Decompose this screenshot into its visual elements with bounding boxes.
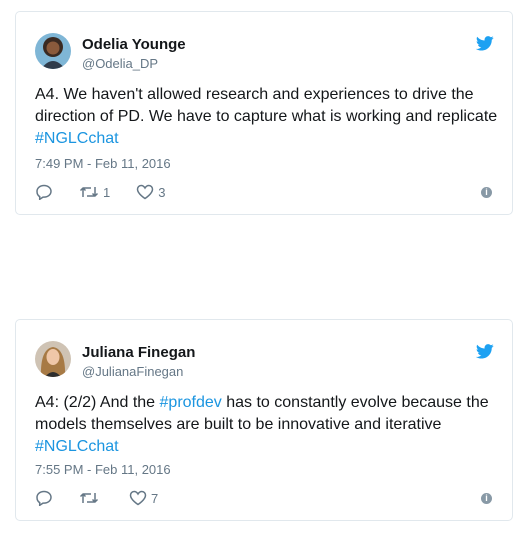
author-handle[interactable]: @JulianaFinegan	[82, 364, 183, 379]
tweet-text: A4: (2/2) And the #profdev has to consta…	[35, 392, 500, 458]
reply-button[interactable]	[35, 490, 53, 506]
action-bar: 1 3	[35, 182, 191, 202]
info-icon[interactable]: i	[481, 493, 492, 504]
hashtag-link[interactable]: #profdev	[160, 394, 222, 411]
info-icon[interactable]: i	[481, 187, 492, 198]
timestamp[interactable]: 7:55 PM - Feb 11, 2016	[35, 462, 171, 477]
author-name[interactable]: Odelia Younge	[82, 36, 186, 53]
tweet-card[interactable]: Juliana Finegan @JulianaFinegan A4: (2/2…	[15, 319, 513, 521]
retweet-icon	[79, 187, 99, 197]
like-count: 7	[151, 490, 159, 506]
avatar[interactable]	[35, 341, 71, 377]
author-name[interactable]: Juliana Finegan	[82, 344, 195, 361]
retweet-button[interactable]: 1	[79, 184, 110, 200]
like-icon	[129, 490, 147, 506]
reply-icon	[36, 184, 52, 200]
like-button[interactable]: 3	[136, 184, 165, 200]
twitter-bird-icon[interactable]	[476, 36, 494, 51]
retweet-button[interactable]	[79, 490, 103, 506]
tweet-card[interactable]: Odelia Younge @Odelia_DP A4. We haven't …	[15, 11, 513, 215]
like-icon	[136, 184, 154, 200]
hashtag-link[interactable]: #NGLCchat	[35, 438, 119, 455]
tweet-text-body: A4. We haven't allowed research and expe…	[35, 86, 498, 125]
tweet-text-body: A4: (2/2) And the	[35, 394, 160, 411]
twitter-bird-icon[interactable]	[476, 344, 494, 359]
retweet-icon	[79, 493, 99, 503]
action-bar: 7	[35, 488, 184, 508]
like-count: 3	[158, 184, 166, 200]
retweet-count: 1	[103, 184, 111, 200]
like-button[interactable]: 7	[129, 490, 158, 506]
hashtag-link[interactable]: #NGLCchat	[35, 130, 119, 147]
reply-button[interactable]	[35, 184, 53, 200]
timestamp[interactable]: 7:49 PM - Feb 11, 2016	[35, 156, 171, 171]
tweet-text: A4. We haven't allowed research and expe…	[35, 84, 500, 150]
author-handle[interactable]: @Odelia_DP	[82, 56, 158, 71]
avatar[interactable]	[35, 33, 71, 69]
reply-icon	[36, 490, 52, 506]
